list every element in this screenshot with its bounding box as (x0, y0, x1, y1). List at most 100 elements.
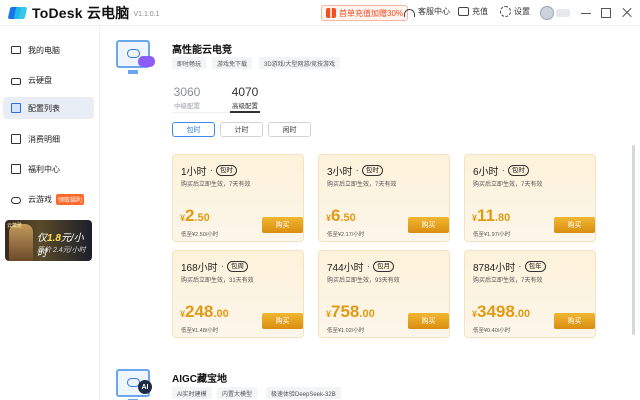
service-center-button[interactable]: 客服中心 (404, 6, 450, 17)
sidebar-item-label: 福利中心 (28, 164, 60, 174)
scrollbar[interactable] (632, 145, 635, 335)
sidebar: 我的电脑 云硬盘 配置列表 消费明细 福利中心 云游戏 领取福利 云菓雅 仅1.… (0, 26, 100, 400)
price-integer: 248 (185, 302, 214, 321)
plan-card[interactable]: 6小时 · 包时购买后立即生效，7天有效 ¥11.80 低至¥1.97/小时 购买 (464, 154, 596, 242)
plan-duration: 8784小时 (473, 263, 516, 274)
tier-label: 高级配置 (232, 103, 258, 110)
price-decimal: .80 (495, 212, 511, 224)
sidebar-item-billing[interactable]: 消费明细 (3, 128, 94, 150)
feature-chip: 游戏免下载 (212, 57, 253, 69)
tier-4070[interactable]: 4070 高级配置 (230, 85, 260, 110)
plan-card[interactable]: 1小时 · 包时 购买后立即生效，7天有效 ¥2.50 低至¥2.50/小时 购买 (172, 154, 304, 242)
feature-chip: AI实时建模 (172, 387, 212, 399)
plan-card[interactable]: 3小时 · 包时 购买后立即生效，7天有效 ¥6.50 低至¥2.17/小时 购买 (318, 154, 450, 242)
plan-title: 744小时 · 包月 (327, 259, 395, 274)
sidebar-item-cloud-disk[interactable]: 云硬盘 (3, 69, 94, 91)
tier-3060[interactable]: 3060 中级配置 (172, 85, 202, 110)
sidebar-item-welfare[interactable]: 福利中心 (3, 158, 94, 180)
buy-button[interactable]: 购买 (262, 313, 303, 329)
plan-title: 1小时 · 包时 (181, 163, 237, 178)
separator-dot: · (518, 261, 522, 272)
plan-unit-price: 低至¥2.17/小时 (327, 232, 365, 238)
gear-icon (500, 6, 511, 17)
plan-card[interactable]: 8784小时 · 包年 购买后立即生效，7天有效 ¥3498.00 低至¥0.40/小时 购… (464, 250, 596, 338)
sidebar-item-label: 配置列表 (28, 103, 60, 113)
price-integer: 758 (331, 302, 360, 321)
gift-icon (326, 8, 336, 18)
user-avatar[interactable] (540, 6, 554, 20)
plan-type-badge: 包时 (361, 165, 383, 176)
clipboard-icon (11, 103, 21, 113)
plan-price: ¥11.80 (472, 206, 510, 226)
plan-unit-price: 低至¥2.50/小时 (181, 232, 219, 238)
separator-dot: · (366, 261, 371, 272)
gamepad-icon (138, 56, 155, 67)
banner-original-price: 原价 2.4元/小时 (37, 247, 86, 254)
banner-prefix: 仅 (37, 233, 47, 244)
buy-button[interactable]: 购买 (408, 313, 449, 329)
maximize-button[interactable] (601, 8, 611, 18)
separator-dot: · (209, 165, 213, 176)
monitor-icon (11, 46, 21, 54)
plan-type-badge: 包年 (524, 261, 546, 272)
plan-description: 购买后立即生效，7天有效 (327, 182, 397, 188)
price-decimal: .00 (514, 308, 531, 320)
tier-number: 3060 (173, 85, 201, 99)
plan-title: 168小时 · 包周 (181, 259, 249, 274)
plan-price: ¥248.00 (180, 302, 229, 322)
tier-label: 中级配置 (174, 103, 200, 110)
gamepad-icon (11, 196, 21, 204)
promo-button[interactable]: 首单充值加赠30% (321, 5, 409, 21)
plan-type-badge: 包周 (227, 261, 249, 272)
feature-chip: 3D游戏/大型网游/竞技游戏 (259, 57, 341, 69)
app-version: V1.1.0.1 (133, 10, 160, 18)
section-title: AIGC藏宝地 (172, 374, 227, 385)
service-center-label: 客服中心 (418, 7, 450, 16)
plan-title: 8784小时 · 包年 (473, 259, 546, 274)
sidebar-item-label: 消费明细 (28, 134, 60, 144)
recharge-label: 充值 (472, 7, 488, 16)
sidebar-item-my-computer[interactable]: 我的电脑 (3, 39, 94, 61)
tab-idle[interactable]: 闲时 (268, 122, 311, 137)
sidebar-item-cloud-gaming[interactable]: 云游戏 领取福利 (3, 188, 94, 210)
tier-active-indicator (230, 111, 260, 113)
game-character-image (9, 224, 33, 261)
plan-unit-price: 低至¥1.97/小时 (473, 232, 511, 238)
app-name: ToDesk 云电脑 (32, 4, 130, 21)
disk-icon (11, 77, 21, 85)
price-decimal: .00 (213, 308, 229, 320)
sidebar-item-label: 云游戏 (28, 194, 52, 204)
plan-card[interactable]: 744小时 · 包月 购买后立即生效，93天有效 ¥758.00 低至¥1.02/小时 购买 (318, 250, 450, 338)
headset-icon (404, 8, 415, 17)
tier-number: 4070 (231, 85, 259, 99)
plan-title: 6小时 · 包时 (473, 163, 529, 178)
plan-description: 购买后立即生效，7天有效 (473, 182, 543, 188)
close-button[interactable] (621, 7, 633, 19)
minimize-button[interactable] (580, 7, 592, 19)
plan-type-badge: 包时 (215, 165, 237, 176)
buy-button[interactable]: 购买 (408, 217, 449, 233)
tab-hourly[interactable]: 计时 (220, 122, 263, 137)
price-integer: 11 (477, 206, 495, 225)
banner-tag: 云菓雅 (7, 223, 23, 229)
separator-dot: · (501, 165, 505, 176)
promo-banner[interactable]: 云菓雅 仅1.8元/小时 原价 2.4元/小时 (5, 220, 92, 261)
buy-button[interactable]: 购买 (262, 217, 303, 233)
plan-price: ¥758.00 (326, 302, 375, 322)
plan-type-badge: 包时 (507, 165, 529, 176)
recharge-button[interactable]: 充值 (458, 6, 488, 17)
plan-duration: 3小时 (327, 167, 353, 178)
tab-package[interactable]: 包时 (172, 122, 215, 137)
buy-button[interactable]: 购买 (554, 217, 595, 233)
plan-unit-price: 低至¥0.40/小时 (473, 328, 511, 334)
plan-description: 购买后立即生效，31天有效 (181, 278, 254, 284)
buy-button[interactable]: 购买 (554, 313, 595, 329)
settings-button[interactable]: 设置 (500, 6, 530, 17)
plan-card[interactable]: 168小时 · 包周购买后立即生效，31天有效 ¥248.00 低至¥1.48/小时 购买 (172, 250, 304, 338)
price-decimal: .50 (194, 212, 210, 224)
banner-price: 1.8 (47, 233, 61, 244)
feature-chip: 极速体验DeepSeek-32B (266, 387, 341, 399)
sidebar-item-config-list[interactable]: 配置列表 (3, 97, 94, 119)
plan-price: ¥3498.00 (472, 302, 530, 322)
plan-unit-price: 低至¥1.48/小时 (181, 328, 219, 334)
